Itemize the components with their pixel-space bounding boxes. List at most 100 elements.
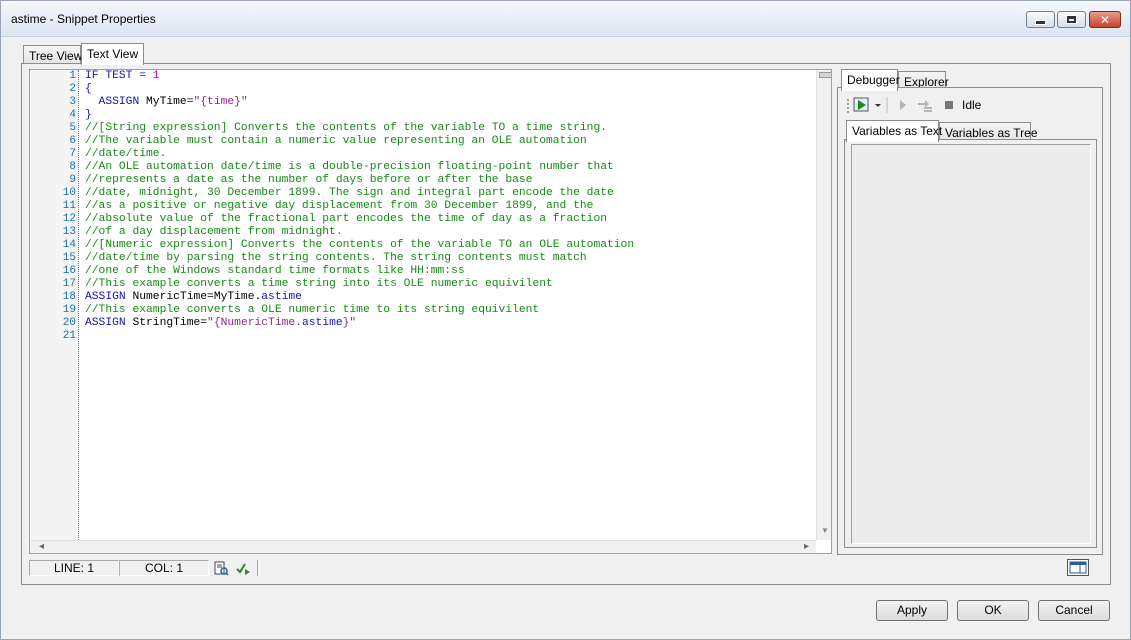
code-token: //The variable must contain a numeric va… — [85, 135, 587, 147]
close-button[interactable]: ✕ — [1089, 11, 1121, 28]
maximize-icon — [1066, 15, 1077, 24]
ok-button[interactable]: OK — [957, 600, 1029, 621]
line-number: 3 — [69, 96, 76, 108]
code-line[interactable]: ASSIGN NumericTime=MyTime.astime — [85, 291, 815, 304]
snippet-properties-window: astime - Snippet Properties ✕ Tree View … — [0, 0, 1131, 640]
step-over-icon[interactable] — [916, 97, 934, 113]
code-token: //date/time. — [85, 148, 167, 160]
code-token: "{NumericTime. — [207, 317, 302, 329]
code-line[interactable]: //This example converts a time string in… — [85, 278, 815, 291]
debugger-toolbar: Idle — [844, 93, 1099, 117]
line-number: 7 — [69, 148, 76, 160]
tab-text-view[interactable]: Text View — [81, 43, 144, 65]
code-line[interactable]: //represents a date as the number of day… — [85, 174, 815, 187]
code-line[interactable]: //The variable must contain a numeric va… — [85, 135, 815, 148]
gutter-divider — [78, 70, 79, 540]
code-token: StringTime= — [132, 317, 208, 329]
code-line[interactable]: IF TEST = 1 — [85, 70, 815, 83]
code-token: 1 — [152, 70, 160, 82]
code-token: //as a positive or negative day displace… — [85, 200, 594, 212]
code-token: //date, midnight, 30 December 1899. The … — [85, 187, 614, 199]
scroll-left-arrow-icon[interactable]: ◂ — [39, 541, 44, 552]
code-line[interactable]: //[String expression] Converts the conte… — [85, 122, 815, 135]
code-token: MyTime= — [146, 96, 194, 108]
run-dropdown-icon[interactable] — [853, 97, 881, 113]
tab-variables-as-text[interactable]: Variables as Text — [846, 120, 942, 142]
line-number: 18 — [62, 291, 76, 303]
code-token: //An OLE automation date/time is a doubl… — [85, 161, 614, 173]
code-token: }" — [342, 317, 357, 329]
variables-text-area[interactable] — [851, 144, 1091, 544]
debugger-state: Idle — [962, 98, 982, 112]
cancel-button[interactable]: Cancel — [1038, 600, 1110, 621]
apply-button[interactable]: Apply — [876, 600, 948, 621]
code-token: //[String expression] Converts the conte… — [85, 122, 608, 134]
code-token: astime — [301, 317, 343, 329]
line-numbers: 1 2 3 4 5 6 7 8 9 10 11 12 13 14 15 16 17 18 19 20 21 — [30, 70, 76, 343]
panel-layout-icon — [1069, 561, 1087, 574]
minimize-button[interactable] — [1026, 11, 1055, 28]
tab-debugger[interactable]: Debugger — [841, 69, 900, 91]
scroll-right-arrow-icon[interactable]: ▸ — [804, 541, 809, 552]
toolbar-separator — [886, 97, 888, 113]
line-number: 1 — [69, 70, 76, 82]
vertical-scrollbar[interactable]: ▼ — [816, 70, 831, 540]
line-number: 10 — [62, 187, 76, 199]
code-token: //one of the Windows standard time forma… — [85, 265, 465, 277]
code-line[interactable]: //date, midnight, 30 December 1899. The … — [85, 187, 815, 200]
code-line[interactable]: //as a positive or negative day displace… — [85, 200, 815, 213]
maximize-button[interactable] — [1057, 11, 1086, 28]
code-line[interactable]: ASSIGN StringTime="{NumericTime.astime}" — [85, 317, 815, 330]
vertical-scroll-thumb[interactable] — [819, 72, 831, 78]
code-line[interactable]: //This example converts a OLE numeric ti… — [85, 304, 815, 317]
layout-toggle-button[interactable] — [1067, 559, 1089, 576]
code-line[interactable]: { — [85, 83, 815, 96]
line-indicator: LINE: 1 — [29, 560, 119, 576]
line-number: 14 — [62, 239, 76, 251]
code-token: //absolute value of the fractional part … — [85, 213, 608, 225]
code-token: "{time}" — [193, 96, 248, 108]
code-token: NumericTime=MyTime. — [132, 291, 262, 303]
code-token: //[Numeric expression] Converts the cont… — [85, 239, 635, 251]
line-number: 12 — [62, 213, 76, 225]
print-preview-icon[interactable] — [213, 561, 229, 576]
line-number: 17 — [62, 278, 76, 290]
step-icon[interactable] — [898, 97, 908, 113]
line-number: 15 — [62, 252, 76, 264]
window-title: astime - Snippet Properties — [11, 12, 156, 26]
code-line[interactable]: } — [85, 109, 815, 122]
code-token: //of a day displacement from midnight. — [85, 226, 343, 238]
line-number: 8 — [69, 161, 76, 173]
code-line[interactable]: //date/time by parsing the string conten… — [85, 252, 815, 265]
validate-icon[interactable] — [235, 561, 251, 576]
title-bar[interactable]: astime - Snippet Properties ✕ — [1, 1, 1130, 37]
code-token: { — [85, 83, 92, 95]
code-line[interactable]: //of a day displacement from midnight. — [85, 226, 815, 239]
code-editor[interactable]: 1 2 3 4 5 6 7 8 9 10 11 12 13 14 15 16 17 18 19 20 21 IF TES… — [29, 69, 832, 554]
horizontal-scrollbar[interactable]: ◂ ▸ — [30, 540, 816, 553]
code-line[interactable]: //one of the Windows standard time forma… — [85, 265, 815, 278]
line-number: 13 — [62, 226, 76, 238]
code-token: //represents a date as the number of day… — [85, 174, 533, 186]
line-number: 21 — [62, 330, 76, 342]
code-line[interactable]: //[Numeric expression] Converts the cont… — [85, 239, 815, 252]
toolbar-grip-icon — [847, 99, 849, 113]
code-line[interactable]: //date/time. — [85, 148, 815, 161]
code-token: ASSIGN — [85, 317, 133, 329]
scroll-down-arrow-icon[interactable]: ▼ — [821, 526, 829, 535]
code-text[interactable]: IF TEST = 1{ ASSIGN MyTime="{time}"}//[S… — [85, 70, 815, 343]
line-number: 20 — [62, 317, 76, 329]
line-number: 6 — [69, 135, 76, 147]
code-line[interactable]: //absolute value of the fractional part … — [85, 213, 815, 226]
line-number: 9 — [69, 174, 76, 186]
minimize-icon — [1035, 19, 1046, 25]
code-token: } — [85, 109, 92, 121]
editor-status-bar: LINE: 1 COL: 1 — [27, 558, 1103, 578]
code-line[interactable] — [85, 330, 815, 343]
stop-icon[interactable] — [944, 97, 954, 113]
line-number: 16 — [62, 265, 76, 277]
tab-tree-view[interactable]: Tree View — [23, 45, 82, 65]
code-line[interactable]: //An OLE automation date/time is a doubl… — [85, 161, 815, 174]
code-token: //date/time by parsing the string conten… — [85, 252, 587, 264]
code-line[interactable]: ASSIGN MyTime="{time}" — [85, 96, 815, 109]
